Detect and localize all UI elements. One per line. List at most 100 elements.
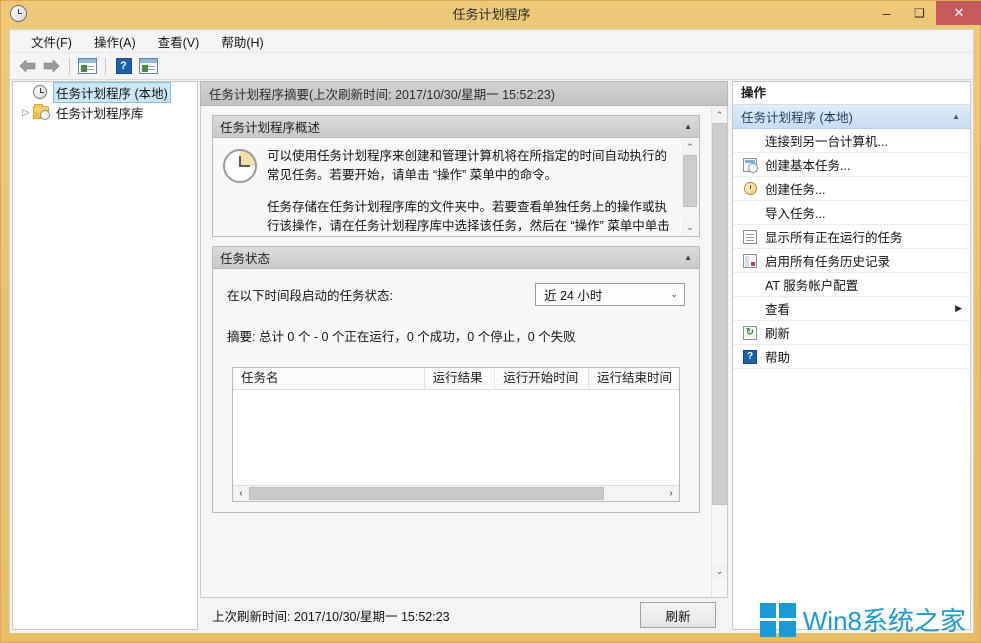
panes-container: 任务计划程序 (本地) ▷ 任务计划程序库 任务计划程序摘要(上次刷新时间: 2… bbox=[10, 80, 973, 633]
action-at-service-account[interactable]: AT 服务帐户配置 bbox=[733, 273, 970, 297]
period-dropdown[interactable]: 近 24 小时 ⌄ bbox=[535, 283, 685, 306]
action-display-running-tasks[interactable]: 显示所有正在运行的任务 bbox=[733, 225, 970, 249]
action-enable-all-task-history[interactable]: 启用所有任务历史记录 bbox=[733, 249, 970, 273]
content-header: 任务计划程序摘要(上次刷新时间: 2017/10/30/星期一 15:52:23… bbox=[200, 81, 728, 106]
task-icon bbox=[739, 180, 761, 197]
no-icon bbox=[739, 204, 761, 221]
task-summary-text: 摘要: 总计 0 个 - 0 个正在运行，0 个成功，0 个停止，0 个失败 bbox=[227, 326, 685, 345]
help-icon[interactable]: ? bbox=[113, 57, 134, 76]
action-connect-another-computer[interactable]: 连接到另一台计算机... bbox=[733, 129, 970, 153]
scroll-left-icon[interactable]: ‹ bbox=[233, 486, 249, 501]
menu-help[interactable]: 帮助(H) bbox=[210, 30, 274, 53]
watermark: Win8系统之家 bbox=[760, 601, 966, 638]
action-label: 显示所有正在运行的任务 bbox=[763, 227, 903, 246]
overview-paragraph-1: 可以使用任务计划程序来创建和管理计算机将在所指定的时间自动执行的常见任务。若要开… bbox=[267, 147, 675, 185]
clock-large-icon bbox=[213, 147, 267, 236]
task-status-section: 任务状态 ▲ 在以下时间段启动的任务状态: 近 24 小时 ⌄ bbox=[212, 246, 700, 513]
chevron-up-icon[interactable]: ▲ bbox=[952, 112, 960, 121]
client-area: 文件(F) 操作(A) 查看(V) 帮助(H) ? bbox=[9, 29, 974, 633]
column-header-task-name[interactable]: 任务名 bbox=[233, 368, 425, 389]
action-label: 连接到另一台计算机... bbox=[763, 131, 888, 150]
tree-item-task-scheduler-library[interactable]: ▷ 任务计划程序库 bbox=[13, 102, 197, 122]
overview-section-header[interactable]: 任务计划程序概述 ▲ bbox=[213, 116, 699, 138]
folder-clock-icon bbox=[33, 104, 50, 120]
tree-item-label: 任务计划程序 (本地) bbox=[53, 82, 171, 103]
menu-view[interactable]: 查看(V) bbox=[147, 30, 211, 53]
content-pane: 任务计划程序摘要(上次刷新时间: 2017/10/30/星期一 15:52:23… bbox=[200, 81, 728, 630]
column-header-run-start-time[interactable]: 运行开始时间 bbox=[495, 368, 589, 389]
scroll-up-icon[interactable]: ⌃ bbox=[682, 139, 698, 155]
no-icon bbox=[739, 300, 761, 317]
action-label: 创建基本任务... bbox=[763, 155, 850, 174]
window-controls: – ❑ ✕ bbox=[870, 1, 981, 25]
scroll-right-icon[interactable]: › bbox=[663, 486, 679, 501]
minimize-button[interactable]: – bbox=[870, 1, 903, 25]
task-grid-header: 任务名 运行结果 运行开始时间 运行结束时间 bbox=[233, 368, 679, 390]
scroll-down-icon[interactable]: ⌄ bbox=[712, 563, 727, 579]
task-status-body: 在以下时间段启动的任务状态: 近 24 小时 ⌄ 摘要: 总计 0 个 - 0 … bbox=[213, 269, 699, 512]
basic-task-icon bbox=[739, 156, 761, 173]
actions-group-label: 任务计划程序 (本地) bbox=[741, 107, 853, 126]
action-help[interactable]: ? 帮助 bbox=[733, 345, 970, 369]
column-header-run-end-time[interactable]: 运行结束时间 bbox=[589, 368, 679, 389]
content-scrollbar[interactable]: ⌃ ⌄ bbox=[711, 107, 727, 597]
forward-arrow-icon[interactable] bbox=[40, 56, 62, 76]
action-import-task[interactable]: 导入任务... bbox=[733, 201, 970, 225]
action-label: 启用所有任务历史记录 bbox=[763, 251, 890, 270]
refresh-button[interactable]: 刷新 bbox=[640, 602, 716, 628]
action-label: 创建任务... bbox=[763, 179, 825, 198]
action-label: 帮助 bbox=[763, 347, 790, 366]
refresh-icon: ↻ bbox=[739, 324, 761, 341]
show-tree-pane-icon[interactable] bbox=[77, 57, 98, 76]
action-label: 查看 bbox=[763, 299, 790, 318]
overview-scrollbar[interactable]: ⌃ ⌄ bbox=[682, 139, 698, 235]
task-grid-hscrollbar[interactable]: ‹ › bbox=[233, 485, 679, 501]
window-frame: 任务计划程序 – ❑ ✕ 文件(F) 操作(A) 查看(V) 帮助(H) bbox=[0, 0, 981, 643]
actions-pane: 操作 任务计划程序 (本地) ▲ 连接到另一台计算机... 创建基本任务... bbox=[732, 81, 971, 630]
menu-file[interactable]: 文件(F) bbox=[20, 30, 83, 53]
running-tasks-icon bbox=[739, 228, 761, 245]
submenu-arrow-icon: ▶ bbox=[955, 303, 962, 314]
task-results-grid: 任务名 运行结果 运行开始时间 运行结束时间 ‹ › bbox=[232, 367, 680, 502]
toolbar-separator bbox=[69, 58, 70, 75]
action-create-basic-task[interactable]: 创建基本任务... bbox=[733, 153, 970, 177]
close-button[interactable]: ✕ bbox=[936, 1, 981, 25]
tree-twisty-library[interactable]: ▷ bbox=[19, 107, 33, 118]
period-value: 近 24 小时 bbox=[544, 285, 602, 304]
overview-text: 可以使用任务计划程序来创建和管理计算机将在所指定的时间自动执行的常见任务。若要开… bbox=[267, 147, 699, 236]
back-arrow-icon[interactable] bbox=[16, 56, 38, 76]
chevron-up-icon[interactable]: ▲ bbox=[684, 253, 692, 262]
scroll-up-icon[interactable]: ⌃ bbox=[712, 107, 727, 123]
history-icon bbox=[739, 252, 761, 269]
hscroll-thumb[interactable] bbox=[249, 487, 604, 500]
help-icon: ? bbox=[739, 348, 761, 365]
overview-section: 任务计划程序概述 ▲ 可以使用任务计划程序来创建和管理计算机将在所指定的时间自 bbox=[212, 115, 700, 237]
watermark-text: Win8系统之家 bbox=[803, 601, 966, 638]
content-body: 任务计划程序概述 ▲ 可以使用任务计划程序来创建和管理计算机将在所指定的时间自 bbox=[200, 106, 728, 598]
toolbar-separator-2 bbox=[105, 58, 106, 75]
overview-scroll-thumb[interactable] bbox=[683, 155, 697, 207]
maximize-button[interactable]: ❑ bbox=[903, 1, 936, 25]
windows-logo-icon bbox=[760, 603, 796, 637]
scroll-down-icon[interactable]: ⌄ bbox=[682, 219, 698, 235]
content-footer: 上次刷新时间: 2017/10/30/星期一 15:52:23 刷新 bbox=[200, 600, 728, 630]
chevron-up-icon[interactable]: ▲ bbox=[684, 122, 692, 131]
actions-group-header[interactable]: 任务计划程序 (本地) ▲ bbox=[733, 105, 970, 129]
action-label: 刷新 bbox=[763, 323, 790, 342]
menu-action[interactable]: 操作(A) bbox=[83, 30, 147, 53]
last-refresh-time: 上次刷新时间: 2017/10/30/星期一 15:52:23 bbox=[212, 606, 450, 625]
action-create-task[interactable]: 创建任务... bbox=[733, 177, 970, 201]
action-label: 导入任务... bbox=[763, 203, 825, 222]
tree-item-task-scheduler-local[interactable]: 任务计划程序 (本地) bbox=[13, 82, 197, 102]
task-status-section-header[interactable]: 任务状态 ▲ bbox=[213, 247, 699, 269]
title-bar: 任务计划程序 – ❑ ✕ bbox=[1, 1, 981, 29]
show-actions-pane-icon[interactable] bbox=[138, 57, 159, 76]
no-icon bbox=[739, 132, 761, 149]
chevron-down-icon: ⌄ bbox=[670, 289, 678, 300]
tree-pane: 任务计划程序 (本地) ▷ 任务计划程序库 bbox=[12, 81, 198, 630]
task-status-title: 任务状态 bbox=[220, 248, 270, 267]
content-scroll-thumb[interactable] bbox=[712, 123, 727, 505]
action-view[interactable]: 查看 ▶ bbox=[733, 297, 970, 321]
column-header-run-result[interactable]: 运行结果 bbox=[425, 368, 496, 389]
action-refresh[interactable]: ↻ 刷新 bbox=[733, 321, 970, 345]
